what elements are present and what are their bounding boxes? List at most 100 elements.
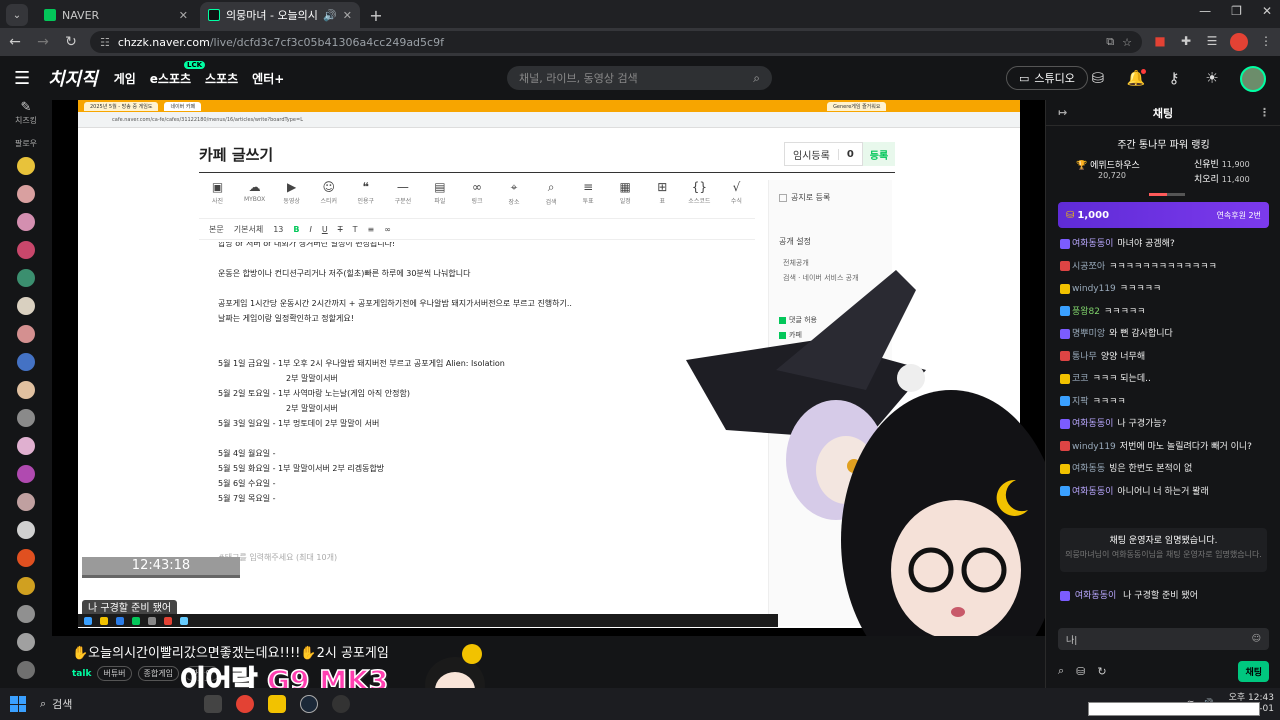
- cheese-icon[interactable]: ⛁: [1088, 69, 1108, 89]
- chat-message[interactable]: 명뿌미앙 와 뻔 감사합니다: [1060, 326, 1270, 339]
- tab-close-icon[interactable]: ✕: [343, 9, 352, 22]
- audio-playing-icon[interactable]: 🔊: [323, 9, 337, 22]
- chat-nick[interactable]: 여화동동: [1072, 464, 1105, 474]
- minimize-icon[interactable]: —: [1199, 4, 1211, 18]
- search-icon[interactable]: ⌕: [753, 71, 760, 86]
- collapse-chat-icon[interactable]: ↦: [1058, 106, 1067, 119]
- tag-chip[interactable]: 버튜버: [97, 666, 132, 681]
- chat-nick[interactable]: windy119: [1072, 284, 1116, 294]
- following-channel-avatar[interactable]: [17, 353, 35, 371]
- new-tab-button[interactable]: +: [364, 3, 388, 27]
- following-channel-avatar[interactable]: [17, 325, 35, 343]
- bookmark-star-icon[interactable]: ☆: [1122, 36, 1132, 49]
- theme-sun-icon[interactable]: ☀: [1202, 69, 1222, 89]
- chat-send-button[interactable]: 채팅: [1238, 660, 1269, 682]
- bell-icon[interactable]: 🔔: [1126, 69, 1146, 89]
- chat-nick[interactable]: 여화동동이: [1072, 487, 1113, 497]
- profile-avatar[interactable]: [1230, 33, 1248, 51]
- forward-icon[interactable]: →: [34, 34, 52, 50]
- chat-message[interactable]: windy119 저번에 마노 놀릴려다가 빼거 이니?: [1060, 439, 1270, 452]
- following-channel-avatar[interactable]: [17, 297, 35, 315]
- following-channel-avatar[interactable]: [17, 577, 35, 595]
- close-window-icon[interactable]: ✕: [1262, 4, 1272, 18]
- following-channel-avatar[interactable]: [17, 437, 35, 455]
- following-channel-avatar[interactable]: [17, 241, 35, 259]
- chrome-icon[interactable]: [236, 695, 254, 713]
- obs-icon[interactable]: [332, 695, 350, 713]
- mission-icon[interactable]: ↻: [1097, 665, 1106, 678]
- rank-second[interactable]: 신유빈 11,900: [1194, 157, 1250, 170]
- following-channel-avatar[interactable]: [17, 549, 35, 567]
- following-channel-avatar[interactable]: [17, 269, 35, 287]
- chat-nick[interactable]: 여화동동이: [1075, 591, 1116, 601]
- tab-search-icon[interactable]: ☰: [1204, 34, 1220, 50]
- studio-button[interactable]: ▭ 스튜디오: [1006, 66, 1088, 90]
- donation-banner[interactable]: ⛁ 1,000 연속후원 2번: [1058, 202, 1269, 228]
- chat-message[interactable]: 시공쪼아 ㅋㅋㅋㅋㅋㅋㅋㅋㅋㅋㅋㅋㅋ: [1060, 259, 1270, 272]
- search-input[interactable]: 채널, 라이브, 동영상 검색 ⌕: [507, 66, 772, 90]
- tag-chip[interactable]: 종합게임: [137, 666, 179, 681]
- chat-message[interactable]: 지팍 ㅋㅋㅋㅋ: [1060, 394, 1270, 407]
- talk-badge[interactable]: talk: [72, 669, 91, 679]
- chat-nick[interactable]: 코코: [1072, 374, 1089, 384]
- chat-input[interactable]: 나| ☺: [1058, 628, 1269, 650]
- install-app-icon[interactable]: ⧉: [1106, 35, 1114, 49]
- chat-nick[interactable]: 여화동동이: [1072, 239, 1113, 249]
- following-channel-avatar[interactable]: [17, 465, 35, 483]
- following-channel-avatar[interactable]: [17, 661, 35, 679]
- back-icon[interactable]: ←: [6, 34, 24, 50]
- task-view-icon[interactable]: [204, 695, 222, 713]
- chat-nick[interactable]: 명뿌미앙: [1072, 329, 1105, 339]
- site-logo[interactable]: 치지직: [48, 65, 98, 91]
- following-channel-avatar[interactable]: [17, 633, 35, 651]
- tab-chzzk[interactable]: 의뭉마녀 - 오늘의시간이 🔊 ✕: [200, 2, 360, 28]
- chat-message[interactable]: 여화동동이 마녀야 공겜해?: [1060, 236, 1270, 249]
- following-channel-avatar[interactable]: [17, 157, 35, 175]
- nav-entertainment[interactable]: 엔터+: [252, 70, 284, 87]
- stream-player[interactable]: 2025년 5월 - 방송 중 게임도 네이버 카페 Genere게임 즐거워요…: [52, 100, 1045, 688]
- chat-nick[interactable]: 풍왕82: [1072, 307, 1100, 317]
- key-icon[interactable]: ⚷: [1164, 69, 1184, 89]
- nav-esports[interactable]: e스포츠 LCK: [150, 60, 206, 87]
- chat-nick[interactable]: windy119: [1072, 442, 1116, 452]
- rank-third[interactable]: 치오리 11,400: [1194, 172, 1250, 185]
- reload-icon[interactable]: ↻: [62, 34, 80, 50]
- chat-nick[interactable]: 시공쪼아: [1072, 262, 1105, 272]
- following-channel-avatar[interactable]: [17, 381, 35, 399]
- donate-icon[interactable]: ⛁: [1076, 665, 1085, 678]
- chat-message[interactable]: 여화동동 빙은 한번도 본적이 없: [1060, 461, 1270, 474]
- site-info-icon[interactable]: ☷: [100, 36, 110, 49]
- chat-message[interactable]: windy119 ㅋㅋㅋㅋㅋ: [1060, 281, 1270, 294]
- tab-naver[interactable]: NAVER ✕: [36, 2, 196, 28]
- chat-message[interactable]: 여화동동이 나 구경할 준비 됐어: [1060, 588, 1270, 601]
- tab-list-button[interactable]: ⌄: [6, 4, 28, 26]
- chat-message[interactable]: 코코 ㅋㅋㅋ 되는데..: [1060, 371, 1270, 384]
- rank-first[interactable]: 🏆 에뮈드하우스 20,720: [1076, 158, 1140, 181]
- emoji-icon[interactable]: ☺: [1252, 634, 1261, 644]
- file-explorer-icon[interactable]: [268, 695, 286, 713]
- chat-message[interactable]: 여화동동이 나 구경가능?: [1060, 416, 1270, 429]
- tab-close-icon[interactable]: ✕: [179, 9, 188, 22]
- following-channel-avatar[interactable]: [17, 213, 35, 231]
- chat-message[interactable]: 풍왕82 ㅋㅋㅋㅋㅋ: [1060, 304, 1270, 317]
- chat-nick[interactable]: 지팍: [1072, 397, 1089, 407]
- extension-puzzle-icon[interactable]: ✚: [1178, 34, 1194, 50]
- menu-kebab-icon[interactable]: ⋮: [1258, 34, 1274, 50]
- following-channel-avatar[interactable]: [17, 493, 35, 511]
- chat-message[interactable]: 통나무 양양 너무해: [1060, 349, 1270, 362]
- chat-nick[interactable]: 여화동동이: [1072, 419, 1113, 429]
- taskbar-search[interactable]: ⌕ 검색: [40, 696, 190, 712]
- address-bar[interactable]: ☷ chzzk.naver.com/live/dcfd3c7cf3c05b413…: [90, 31, 1142, 53]
- windows-start-icon[interactable]: [10, 696, 26, 712]
- restore-icon[interactable]: ❐: [1231, 4, 1242, 18]
- extension-icon[interactable]: ■: [1152, 34, 1168, 50]
- nav-sports[interactable]: 스포츠: [205, 70, 238, 87]
- search-icon[interactable]: ⌕: [1058, 664, 1064, 678]
- chat-more-icon[interactable]: ⋮: [1259, 106, 1270, 119]
- steam-icon[interactable]: [300, 695, 318, 713]
- nav-game[interactable]: 게임: [114, 70, 136, 87]
- following-channel-avatar[interactable]: [17, 185, 35, 203]
- menu-hamburger-icon[interactable]: ☰: [14, 68, 40, 89]
- user-avatar[interactable]: [1240, 66, 1266, 92]
- following-channel-avatar[interactable]: [17, 605, 35, 623]
